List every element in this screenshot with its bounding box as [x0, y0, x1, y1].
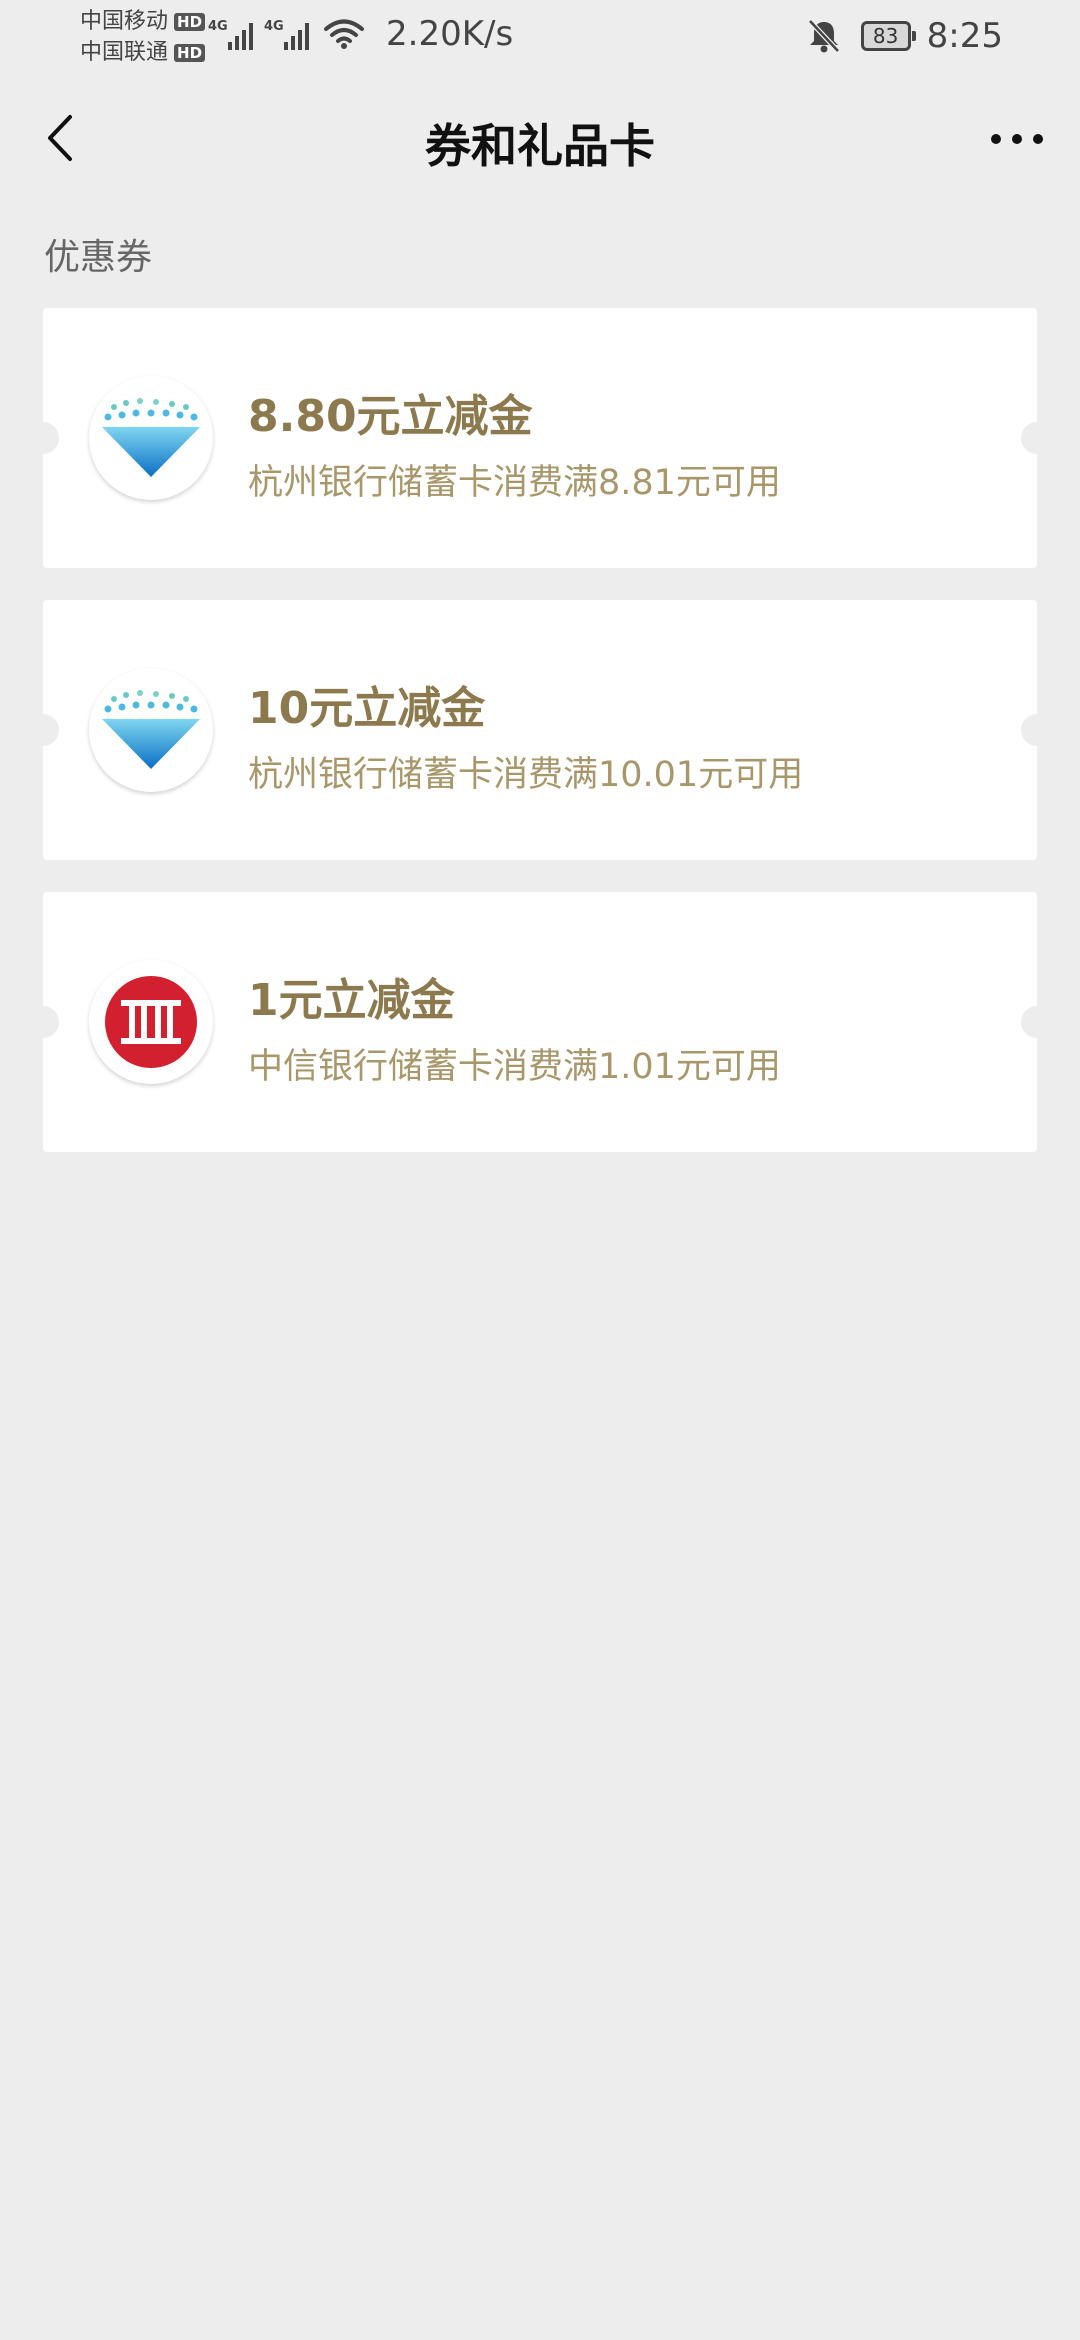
page-title: 券和礼品卡 [425, 119, 655, 173]
signal-2-icon: 4G [264, 19, 312, 50]
hd-badge: HD [174, 12, 206, 31]
coupon-description: 杭州银行储蓄卡消费满10.01元可用 [248, 755, 804, 795]
network-type-label: 4G [208, 19, 228, 34]
signal-indicators: 4G 4G [208, 16, 364, 50]
network-speed: 2.20K/s [386, 14, 514, 54]
ticket-notch [27, 1006, 59, 1038]
coupon-title: 1元立减金 [248, 975, 455, 1026]
battery-icon: 83 [860, 21, 916, 51]
coupon-card[interactable]: 10元立减金 杭州银行储蓄卡消费满10.01元可用 [27, 600, 1053, 860]
clock: 8:25 [926, 16, 1003, 56]
hangzhou-bank-logo-icon [89, 668, 213, 792]
bell-off-icon [807, 19, 840, 53]
ticket-notch [27, 422, 59, 454]
carrier-2-name: 中国联通 [80, 40, 169, 65]
signal-1-icon: 4G [208, 19, 256, 50]
battery-level: 83 [872, 24, 899, 48]
coupon-title: 8.80元立减金 [248, 391, 533, 442]
citic-bank-logo-icon [89, 960, 213, 1084]
status-bar: 中国移动 HD 中国联通 HD 4G 4G 2.20K/s 83 8:25 [0, 0, 1080, 72]
more-button[interactable] [984, 114, 1050, 164]
network-type-label: 4G [264, 19, 284, 34]
hangzhou-bank-logo-icon [89, 376, 213, 500]
ticket-notch [1021, 422, 1053, 454]
coupon-description: 中信银行储蓄卡消费满1.01元可用 [248, 1047, 781, 1087]
carrier-1-name: 中国移动 [80, 9, 169, 34]
nav-bar: 券和礼品卡 [0, 88, 1080, 188]
carrier-info: 中国移动 HD 中国联通 HD [80, 6, 206, 68]
wifi-icon [324, 19, 364, 49]
hd-badge: HD [174, 43, 206, 62]
ticket-notch [1021, 1006, 1053, 1038]
ticket-notch [1021, 714, 1053, 746]
coupon-card[interactable]: 8.80元立减金 杭州银行储蓄卡消费满8.81元可用 [27, 308, 1053, 568]
coupon-card[interactable]: 1元立减金 中信银行储蓄卡消费满1.01元可用 [27, 892, 1053, 1152]
section-label-coupons: 优惠券 [44, 237, 153, 278]
status-right: 83 8:25 [807, 14, 1003, 58]
coupon-title: 10元立减金 [248, 683, 486, 734]
ticket-notch [27, 714, 59, 746]
more-dots-icon [991, 134, 1043, 144]
coupon-list: 8.80元立减金 杭州银行储蓄卡消费满8.81元可用 10元立减金 杭州银行储蓄… [27, 308, 1053, 1184]
coupon-description: 杭州银行储蓄卡消费满8.81元可用 [248, 463, 781, 503]
